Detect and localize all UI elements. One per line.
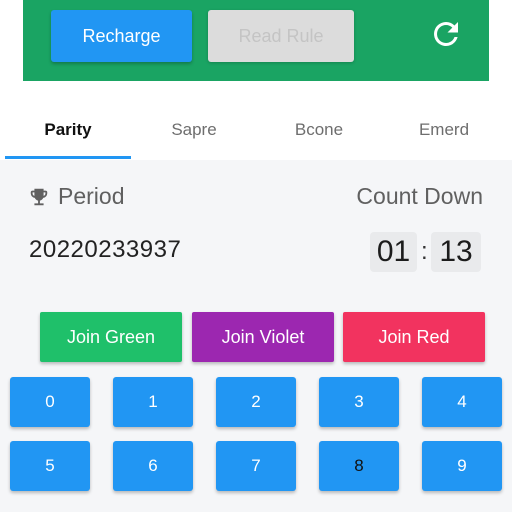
period-label: Period: [58, 183, 125, 209]
period-number: 20220233937: [29, 236, 182, 263]
number-button-2[interactable]: 2: [216, 377, 296, 427]
number-button-7[interactable]: 7: [216, 441, 296, 491]
tab-bcone[interactable]: Bcone: [256, 104, 382, 160]
join-green-button[interactable]: Join Green: [40, 312, 182, 362]
tab-parity[interactable]: Parity: [5, 104, 131, 160]
join-violet-button[interactable]: Join Violet: [192, 312, 334, 362]
period-heading: Period: [28, 183, 124, 210]
countdown-label: Count Down: [356, 183, 483, 209]
number-button-6[interactable]: 6: [113, 441, 193, 491]
join-red-button[interactable]: Join Red: [343, 312, 485, 362]
number-button-1[interactable]: 1: [113, 377, 193, 427]
countdown-seconds: 13: [431, 232, 481, 272]
number-button-3[interactable]: 3: [319, 377, 399, 427]
countdown-separator: :: [421, 238, 428, 265]
number-button-0[interactable]: 0: [10, 377, 90, 427]
tab-emerd[interactable]: Emerd: [381, 104, 507, 160]
refresh-icon[interactable]: [428, 16, 464, 52]
tab-sapre[interactable]: Sapre: [131, 104, 257, 160]
number-button-8[interactable]: 8: [319, 441, 399, 491]
active-tab-indicator: [5, 156, 131, 159]
number-button-4[interactable]: 4: [422, 377, 502, 427]
game-tabs: Parity Sapre Bcone Emerd: [0, 104, 512, 160]
trophy-icon: [30, 188, 48, 205]
read-rule-button[interactable]: Read Rule: [208, 10, 354, 62]
number-button-5[interactable]: 5: [10, 441, 90, 491]
countdown-minutes: 01: [370, 232, 417, 272]
recharge-button[interactable]: Recharge: [51, 10, 192, 62]
number-button-9[interactable]: 9: [422, 441, 502, 491]
